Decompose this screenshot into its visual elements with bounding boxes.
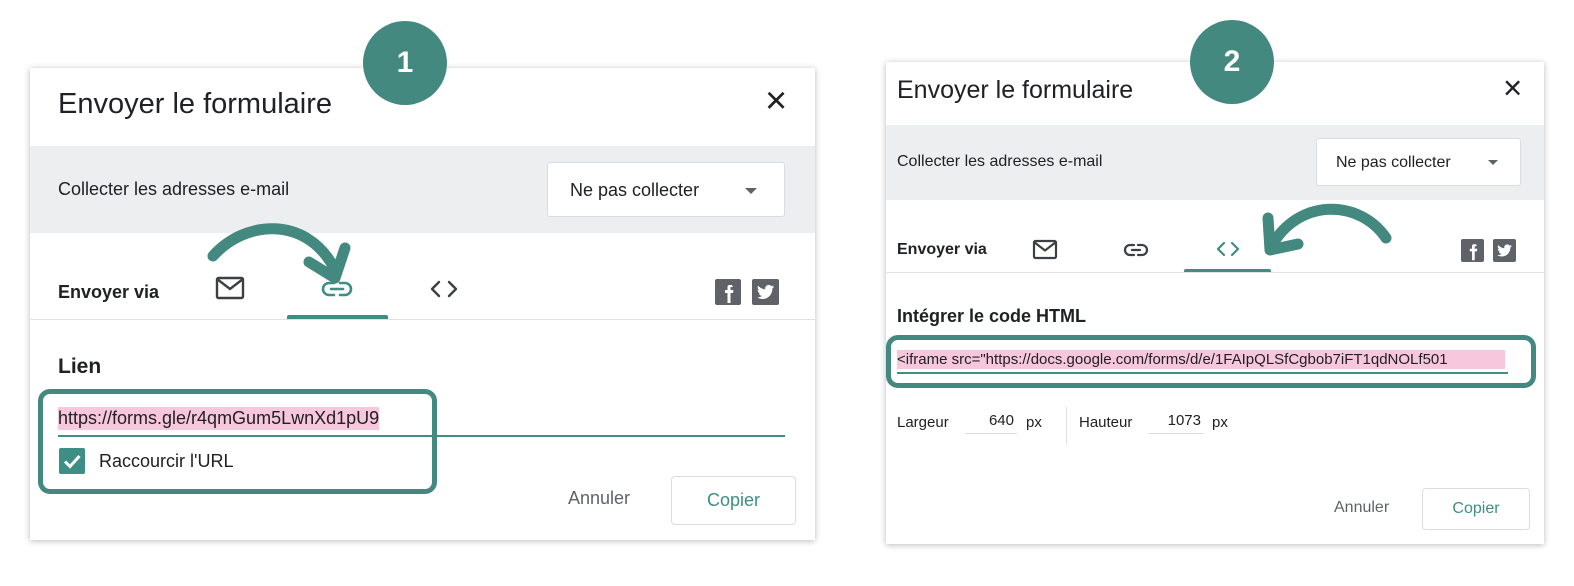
dialog-title: Envoyer le formulaire <box>58 88 332 120</box>
code-icon <box>430 280 458 298</box>
highlight-box <box>38 389 437 494</box>
tab-link[interactable] <box>1123 242 1149 258</box>
width-input[interactable]: 640 <box>965 412 1017 434</box>
facebook-icon[interactable] <box>715 279 741 305</box>
tabs-divider <box>886 272 1544 273</box>
chevron-down-icon <box>745 188 757 194</box>
section-title: Intégrer le code HTML <box>897 306 1087 326</box>
collect-email-label: Collecter les adresses e-mail <box>897 153 1103 170</box>
curved-arrow-icon <box>207 223 351 284</box>
tabs-divider <box>30 319 815 320</box>
collect-email-select[interactable]: Ne pas collecter <box>547 162 785 217</box>
facebook-icon[interactable] <box>1461 239 1484 262</box>
send-via-label: Envoyer via <box>897 241 987 258</box>
width-label: Largeur <box>897 414 949 431</box>
chevron-down-icon <box>1488 160 1498 165</box>
height-unit: px <box>1212 414 1228 431</box>
highlight-box <box>886 335 1536 388</box>
twitter-icon[interactable] <box>752 279 779 305</box>
collect-email-label: Collecter les adresses e-mail <box>58 179 290 199</box>
code-icon <box>1216 241 1240 257</box>
height-label: Hauteur <box>1079 414 1133 431</box>
step-badge: 2 <box>1190 20 1274 104</box>
step-badge: 1 <box>363 21 447 105</box>
collect-email-bar: Collecter les adresses e-mail Ne pas col… <box>30 146 815 233</box>
copy-button[interactable]: Copier <box>1422 488 1530 530</box>
curved-arrow-icon <box>1262 203 1392 256</box>
close-icon[interactable]: × <box>1503 71 1522 104</box>
height-input[interactable]: 1073 <box>1148 412 1204 434</box>
cancel-button[interactable]: Annuler <box>1334 499 1389 517</box>
link-icon <box>1123 243 1149 257</box>
dimension-separator <box>1066 407 1067 445</box>
send-form-dialog-embed: Envoyer le formulaire × Collecter les ad… <box>886 62 1544 544</box>
cancel-button[interactable]: Annuler <box>568 488 630 509</box>
section-title: Lien <box>58 355 102 378</box>
width-unit: px <box>1026 414 1042 431</box>
tab-embed[interactable] <box>1216 241 1240 257</box>
twitter-icon[interactable] <box>1493 239 1516 262</box>
collect-email-value: Ne pas collecter <box>1336 154 1451 171</box>
dialog-title: Envoyer le formulaire <box>897 76 1134 104</box>
mail-icon <box>1032 239 1058 260</box>
tab-embed[interactable] <box>430 280 458 298</box>
collect-email-bar: Collecter les adresses e-mail Ne pas col… <box>886 125 1544 200</box>
collect-email-value: Ne pas collecter <box>570 180 700 200</box>
collect-email-select[interactable]: Ne pas collecter <box>1316 138 1521 186</box>
copy-button[interactable]: Copier <box>671 476 796 525</box>
tab-email[interactable] <box>1032 239 1058 260</box>
send-via-label: Envoyer via <box>58 282 160 302</box>
close-icon[interactable]: × <box>765 82 787 120</box>
